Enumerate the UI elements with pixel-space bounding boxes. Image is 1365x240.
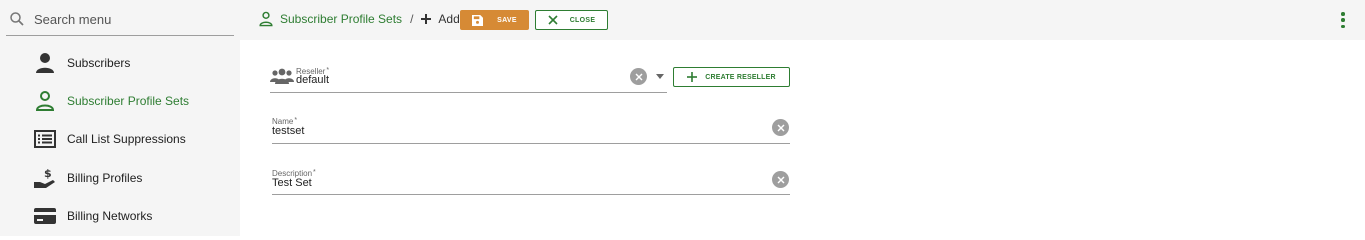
close-button[interactable]: CLOSE [535,10,608,30]
reseller-field[interactable]: Reseller* default [270,63,667,93]
plus-icon [421,14,432,24]
breadcrumb-link[interactable]: Subscriber Profile Sets [280,12,402,26]
clear-icon[interactable] [772,171,789,188]
group-icon [270,68,294,84]
sidebar-item-billing-networks[interactable]: Billing Networks [0,197,240,235]
top-bar: Subscriber Profile Sets / Add SAVE CLOSE [240,0,1365,40]
sidebar-item-label: Billing Profiles [67,171,143,185]
create-reseller-button[interactable]: CREATE RESELLER [673,67,790,87]
hand-dollar-icon: $ [33,166,57,190]
breadcrumb: Subscriber Profile Sets / Add [258,11,460,27]
sidebar: Search menu Subscribers Subscriber Profi… [0,0,240,236]
chevron-down-icon[interactable] [656,74,664,79]
person-icon [33,51,57,75]
sidebar-item-call-list-suppressions[interactable]: Call List Suppressions [0,120,240,158]
close-label: CLOSE [569,16,596,24]
clear-icon[interactable] [630,68,647,85]
person-outline-icon [33,89,57,113]
name-value: testset [272,125,305,137]
sidebar-item-label: Billing Networks [67,209,153,223]
breadcrumb-current: Add [438,12,460,26]
save-button[interactable]: SAVE [460,10,529,30]
clear-icon[interactable] [772,119,789,136]
search-menu[interactable]: Search menu [6,3,234,36]
sidebar-item-subscriber-profile-sets[interactable]: Subscriber Profile Sets [0,82,240,120]
sidebar-item-label: Call List Suppressions [67,132,186,146]
save-icon [472,14,484,26]
more-menu-icon[interactable] [1337,12,1349,28]
sidebar-item-label: Subscribers [67,56,131,70]
description-field[interactable]: Description* Test Set [272,167,790,195]
description-value: Test Set [272,177,312,189]
save-label: SAVE [497,16,517,24]
close-icon [548,15,558,25]
reseller-value: default [296,74,330,86]
sidebar-item-label: Subscriber Profile Sets [67,94,190,108]
search-icon [10,12,24,26]
create-reseller-label: CREATE RESELLER [705,73,776,81]
breadcrumb-separator: / [410,12,414,26]
credit-card-icon [33,204,57,228]
search-input[interactable]: Search menu [34,12,111,27]
list-icon [33,127,57,151]
name-field[interactable]: Name* testset [272,115,790,144]
svg-text:$: $ [44,167,52,180]
plus-icon [687,72,698,82]
person-outline-icon [259,11,273,27]
sidebar-item-billing-profiles[interactable]: $ Billing Profiles [0,159,240,197]
sidebar-item-subscribers[interactable]: Subscribers [0,44,240,82]
